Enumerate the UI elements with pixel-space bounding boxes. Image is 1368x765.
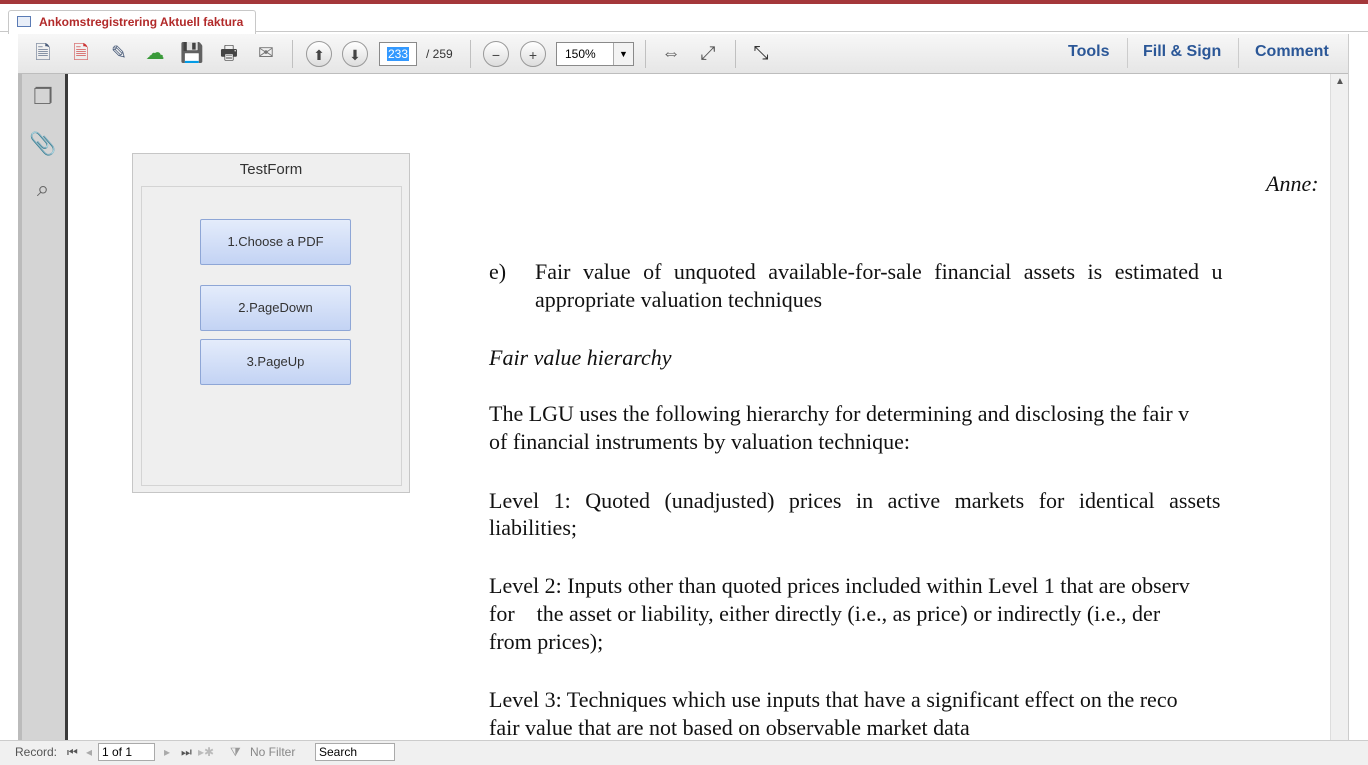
previous-record-button[interactable]: ◂ <box>86 744 92 760</box>
zoom-select[interactable]: 150% ▼ <box>556 42 634 66</box>
document-tab-strip: Ankomstregistrering Aktuell faktura <box>0 4 1368 34</box>
item-label: e) <box>489 259 507 284</box>
paragraph-line: appropriate valuation techniques <box>535 287 823 312</box>
paragraph-line: of financial instruments by valuation te… <box>489 429 910 454</box>
fill-sign-button[interactable]: Fill & Sign <box>1143 43 1221 61</box>
form-title: TestForm <box>239 161 303 178</box>
divider <box>470 40 471 68</box>
full-screen-icon[interactable]: ⤡ <box>748 41 774 67</box>
filter-icon: ⧩ <box>230 745 241 759</box>
page-total: / 259 <box>426 47 453 61</box>
comment-button[interactable]: Comment <box>1255 43 1329 61</box>
print-icon[interactable]: 🖶 <box>216 41 242 67</box>
window-edge <box>1348 34 1368 740</box>
tab-ankomstregistrering[interactable]: Ankomstregistrering Aktuell faktura <box>8 10 257 34</box>
upload-cloud-icon[interactable]: ☁ <box>142 41 168 67</box>
paragraph-line: Level 2: Inputs other than quoted prices… <box>489 573 1190 598</box>
record-label: Record: <box>15 745 58 759</box>
fit-width-icon[interactable]: ⇔ <box>658 41 684 67</box>
divider <box>735 40 736 68</box>
page-number-value: 233 <box>386 47 410 61</box>
first-record-button[interactable]: ⏮ <box>67 744 78 760</box>
previous-page-button[interactable]: ⬆ <box>306 41 332 67</box>
no-filter-button[interactable]: No Filter <box>250 744 295 760</box>
tools-button[interactable]: Tools <box>1068 43 1109 61</box>
paragraph-line: The LGU uses the following hierarchy for… <box>489 401 1190 426</box>
divider <box>645 40 646 68</box>
paragraph-line: liabilities; <box>489 515 577 540</box>
export-pdf-icon[interactable]: 🗎 <box>68 41 94 67</box>
search-input[interactable]: Search <box>315 743 395 761</box>
divider <box>1127 38 1128 68</box>
create-pdf-icon[interactable]: 🗎 <box>30 41 56 67</box>
next-record-button[interactable]: ▸ <box>164 744 170 760</box>
zoom-out-button[interactable]: − <box>483 41 509 67</box>
choose-pdf-button[interactable]: 1.Choose a PDF <box>200 219 351 265</box>
new-record-button[interactable]: ▸✱ <box>198 744 214 760</box>
divider <box>292 40 293 68</box>
page-down-button[interactable]: 2.PageDown <box>200 285 351 331</box>
save-icon[interactable]: 💾 <box>179 41 205 67</box>
paragraph-line: from prices); <box>489 629 604 654</box>
test-form: TestForm 1.Choose a PDF 2.PageDown 3.Pag… <box>132 153 410 493</box>
attachments-icon[interactable]: 📎 <box>28 129 58 159</box>
edit-pdf-icon[interactable]: ✎ <box>106 41 132 67</box>
annex-label: Anne: <box>1266 171 1319 196</box>
current-record-input[interactable]: 1 of 1 <box>98 743 155 761</box>
fit-page-icon[interactable]: ⤢ <box>695 41 721 67</box>
divider <box>1238 38 1239 68</box>
tab-label: Ankomstregistrering Aktuell faktura <box>39 15 244 29</box>
page-thumbnails-icon[interactable]: ❐ <box>28 82 58 112</box>
paragraph-line: for the asset or liability, either direc… <box>489 601 1161 626</box>
navigation-pane: ❐ 📎 ⌕ <box>22 74 68 740</box>
paragraph-line: Level 1: Quoted (unadjusted) prices in a… <box>489 488 1221 513</box>
zoom-value: 150% <box>565 47 596 61</box>
vertical-scrollbar[interactable]: ▲ <box>1330 74 1348 740</box>
form-icon <box>17 16 31 27</box>
record-navigation-bar: Record: ⏮ ◂ 1 of 1 ▸ ⏭ ▸✱ ⧩ No Filter Se… <box>0 740 1368 765</box>
paragraph-line: fair value that are not based on observa… <box>489 715 970 740</box>
form-detail-section: 1.Choose a PDF 2.PageDown 3.PageUp <box>141 186 402 486</box>
email-icon[interactable]: ✉ <box>253 41 279 67</box>
zoom-in-button[interactable]: + <box>520 41 546 67</box>
chevron-down-icon[interactable]: ▼ <box>613 43 633 65</box>
last-record-button[interactable]: ⏭ <box>181 744 192 760</box>
page-number-input[interactable]: 233 <box>379 42 417 66</box>
paragraph-line: Level 3: Techniques which use inputs tha… <box>489 687 1178 712</box>
page-up-button[interactable]: 3.PageUp <box>200 339 351 385</box>
scroll-up-arrow-icon[interactable]: ▲ <box>1331 76 1349 87</box>
next-page-button[interactable]: ⬇ <box>342 41 368 67</box>
search-binoculars-icon[interactable]: ⌕ <box>28 174 58 204</box>
section-heading: Fair value hierarchy <box>489 345 672 370</box>
pdf-toolbar: 🗎 🗎 ✎ ☁ 💾 🖶 ✉ ⬆ ⬇ 233 / 259 − + 150% ▼ ⇔ … <box>18 34 1368 74</box>
paragraph-line: Fair value of unquoted available-for-sal… <box>535 259 1223 284</box>
